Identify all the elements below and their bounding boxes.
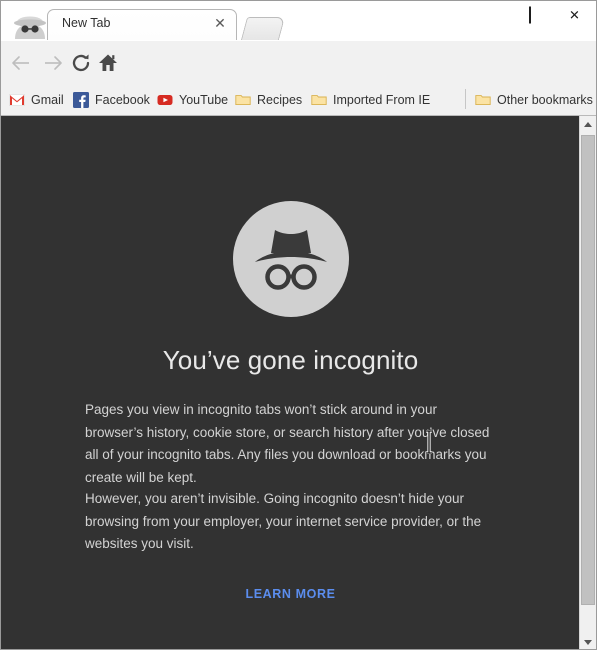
maximize-icon <box>528 6 531 24</box>
bookmark-facebook[interactable]: Facebook <box>73 89 150 110</box>
chevron-down-icon <box>584 639 592 645</box>
bookmark-label: Gmail <box>31 92 64 107</box>
chevron-up-icon <box>584 121 592 127</box>
folder-icon <box>475 92 491 108</box>
arrow-left-icon <box>12 56 29 70</box>
bookmark-folder-other-bookmarks[interactable]: Other bookmarks <box>475 89 593 110</box>
bookmark-gmail[interactable]: Gmail <box>9 89 64 110</box>
tab-strip: New Tab ✕ ✕ <box>1 1 596 41</box>
bookmark-folder-recipes[interactable]: Recipes <box>235 89 302 110</box>
page-title: You’ve gone incognito <box>162 345 419 375</box>
incognito-description-paragraph-2: However, you aren’t invisible. Going inc… <box>85 491 482 551</box>
home-icon <box>99 54 117 71</box>
tab-title: New Tab <box>62 16 111 30</box>
tab-new-tab[interactable]: New Tab ✕ <box>47 9 237 40</box>
bookmarks-bar: Gmail Facebook YouTube Recipes Imported … <box>1 83 596 116</box>
bookmark-folder-imported-from-ie[interactable]: Imported From IE <box>311 89 430 110</box>
gmail-icon <box>9 92 25 108</box>
folder-icon <box>235 92 251 108</box>
forward-button[interactable] <box>41 51 65 75</box>
browser-window: New Tab ✕ ✕ Gmail Facebook YouTube Recip… <box>0 0 597 650</box>
scroll-up-button[interactable] <box>580 116 596 133</box>
scrollbar-thumb[interactable] <box>581 135 595 605</box>
facebook-icon <box>73 91 89 108</box>
back-button[interactable] <box>9 51 33 75</box>
browser-toolbar <box>1 41 596 115</box>
incognito-description-paragraph-1: Pages you view in incognito tabs won’t s… <box>85 402 490 485</box>
bookmark-label: Recipes <box>257 92 303 107</box>
home-button[interactable] <box>96 51 120 75</box>
bookmark-youtube[interactable]: YouTube <box>157 89 228 110</box>
page-content-area: You’ve gone incognito Pages you view in … <box>1 116 596 649</box>
window-minimize-button[interactable] <box>462 1 507 29</box>
incognito-hat-glasses-icon <box>233 201 349 317</box>
incognito-new-tab-page: You’ve gone incognito Pages you view in … <box>1 116 580 649</box>
new-tab-button[interactable] <box>240 17 286 40</box>
arrow-right-icon <box>45 56 62 70</box>
bookmarks-separator <box>465 89 466 109</box>
bookmark-label: Imported From IE <box>333 92 431 107</box>
tab-list: New Tab ✕ <box>47 9 237 41</box>
bookmark-label: Other bookmarks <box>497 92 593 107</box>
page-scrollbar[interactable] <box>579 116 596 649</box>
bookmark-label: Facebook <box>95 92 150 107</box>
reload-button[interactable] <box>69 51 93 75</box>
learn-more-link[interactable]: LEARN MORE <box>1 587 580 601</box>
window-maximize-button[interactable] <box>507 1 552 29</box>
reload-icon <box>72 54 90 72</box>
close-icon: ✕ <box>569 7 580 23</box>
scroll-down-button[interactable] <box>580 633 596 649</box>
youtube-icon <box>157 92 173 108</box>
tab-close-icon[interactable]: ✕ <box>213 16 227 31</box>
bookmark-label: YouTube <box>179 92 229 107</box>
folder-icon <box>311 92 327 108</box>
window-close-button[interactable]: ✕ <box>552 1 596 29</box>
